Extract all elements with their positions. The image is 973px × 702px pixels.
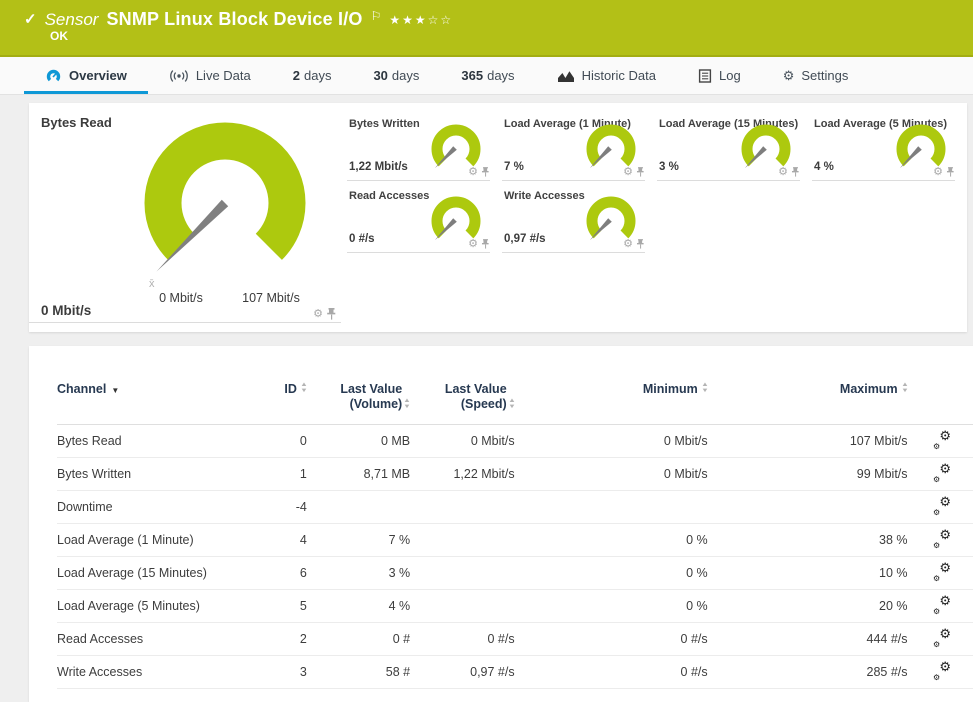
table-row-load-average-1: Load Average (1 Minute) 4 7 % 0 % 38 % ⚙… xyxy=(57,524,973,557)
sort-icon: ▲▼ xyxy=(301,382,307,394)
pin-icon[interactable] xyxy=(946,167,955,177)
pin-icon[interactable] xyxy=(636,239,645,249)
gauge-read-accesses[interactable]: Read Accesses 0 #/s ⚙ xyxy=(347,181,490,253)
gear-icon[interactable]: ⚙ xyxy=(778,165,788,178)
edit-channel-gears-icon[interactable]: ⚙⚙ xyxy=(933,563,951,581)
column-header-channel[interactable]: Channel▼ xyxy=(57,380,244,425)
column-header-minimum[interactable]: Minimum▲▼ xyxy=(515,380,708,425)
gear-icon[interactable]: ⚙ xyxy=(623,237,633,250)
gauge-write-accesses[interactable]: Write Accesses 0,97 #/s ⚙ xyxy=(502,181,645,253)
tab-30-days[interactable]: 30 days xyxy=(352,57,440,94)
table-row-write-accesses: Write Accesses 3 58 # 0,97 #/s 0 #/s 285… xyxy=(57,656,973,689)
table-row-bytes-read: Bytes Read 0 0 MB 0 Mbit/s 0 Mbit/s 107 … xyxy=(57,425,973,458)
tab-365-days[interactable]: 365 days xyxy=(440,57,535,94)
table-row-read-accesses: Read Accesses 2 0 # 0 #/s 0 #/s 444 #/s … xyxy=(57,623,973,656)
column-header-last-value-volume[interactable]: Last Value (Volume)▲▼ xyxy=(307,380,410,425)
tab-historic-data[interactable]: Historic Data xyxy=(536,57,677,94)
table-row-load-average-15: Load Average (15 Minutes) 6 3 % 0 % 10 %… xyxy=(57,557,973,590)
pin-icon[interactable] xyxy=(481,167,490,177)
sort-icon: ▲▼ xyxy=(902,382,908,394)
gauge-load-average-15[interactable]: Load Average (15 Minutes) 3 % ⚙ xyxy=(657,109,800,181)
status-badge: OK xyxy=(50,29,68,43)
gauge-title: Bytes Read xyxy=(41,115,112,130)
gear-icon[interactable]: ⚙ xyxy=(313,307,323,320)
table-row-load-average-5: Load Average (5 Minutes) 5 4 % 0 % 20 % … xyxy=(57,590,973,623)
page-title: SNMP Linux Block Device I/O xyxy=(106,9,362,30)
sort-icon: ▲▼ xyxy=(404,398,410,410)
gear-icon[interactable]: ⚙ xyxy=(623,165,633,178)
column-header-last-value-speed[interactable]: Last Value (Speed)▲▼ xyxy=(410,380,514,425)
gear-icon[interactable]: ⚙ xyxy=(468,165,478,178)
mean-marker: x̄ xyxy=(149,278,155,290)
small-gauges-grid: Bytes Written 1,22 Mbit/s ⚙ Load Average… xyxy=(341,103,967,332)
gauge-load-average-5[interactable]: Load Average (5 Minutes) 4 % ⚙ xyxy=(812,109,955,181)
status-ok-check-icon: ✓ xyxy=(24,10,37,28)
pin-icon[interactable] xyxy=(326,308,337,320)
gear-icon[interactable]: ⚙ xyxy=(468,237,478,250)
tab-bar: Overview Live Data 2 days 30 days 365 da… xyxy=(0,57,973,95)
gauge-icon xyxy=(45,68,62,83)
gear-icon: ⚙ xyxy=(783,68,795,84)
edit-channel-gears-icon[interactable]: ⚙⚙ xyxy=(933,464,951,482)
sort-icon: ▲▼ xyxy=(509,398,515,410)
edit-channel-gears-icon[interactable]: ⚙⚙ xyxy=(933,596,951,614)
area-chart-icon xyxy=(557,69,575,83)
table-row-downtime: Downtime -4 ⚙⚙ xyxy=(57,491,973,524)
edit-channel-gears-icon[interactable]: ⚙⚙ xyxy=(933,662,951,680)
column-header-actions xyxy=(908,380,973,425)
bytes-read-gauge: x̄ xyxy=(125,111,325,301)
gauges-panel: Bytes Read x̄ 0 Mbit/s 107 Mbit/s 0 Mbit… xyxy=(29,103,967,332)
gear-icon[interactable]: ⚙ xyxy=(933,165,943,178)
tab-2-days[interactable]: 2 days xyxy=(272,57,353,94)
log-icon xyxy=(698,69,712,83)
column-header-id[interactable]: ID▲▼ xyxy=(244,380,306,425)
gauge-value: 0 Mbit/s xyxy=(41,303,91,318)
sorted-desc-icon: ▼ xyxy=(111,386,119,395)
gauge-bytes-read[interactable]: Bytes Read x̄ 0 Mbit/s 107 Mbit/s 0 Mbit… xyxy=(29,103,341,323)
sensor-header: ✓ Sensor SNMP Linux Block Device I/O ⚐ ★… xyxy=(0,0,973,57)
object-kind-label: Sensor xyxy=(45,10,99,30)
broadcast-icon xyxy=(169,69,189,83)
gauge-bytes-written[interactable]: Bytes Written 1,22 Mbit/s ⚙ xyxy=(347,109,490,181)
channels-table: Channel▼ ID▲▼ Last Value (Volume)▲▼ Last… xyxy=(57,380,973,689)
edit-channel-gears-icon[interactable]: ⚙⚙ xyxy=(933,629,951,647)
gauge-scale-max: 107 Mbit/s xyxy=(221,291,321,305)
tab-settings[interactable]: ⚙ Settings xyxy=(762,57,870,94)
sort-icon: ▲▼ xyxy=(702,382,708,394)
pin-icon[interactable] xyxy=(481,239,490,249)
gauge-load-average-1[interactable]: Load Average (1 Minute) 7 % ⚙ xyxy=(502,109,645,181)
gauge-scale-min: 0 Mbit/s xyxy=(136,291,226,305)
empty-cell xyxy=(812,181,955,253)
tab-overview[interactable]: Overview xyxy=(24,57,148,94)
pin-icon[interactable] xyxy=(791,167,800,177)
pin-icon[interactable] xyxy=(636,167,645,177)
priority-stars[interactable]: ★★★☆☆ xyxy=(389,13,453,27)
table-row-bytes-written: Bytes Written 1 8,71 MB 1,22 Mbit/s 0 Mb… xyxy=(57,458,973,491)
edit-channel-gears-icon[interactable]: ⚙⚙ xyxy=(933,530,951,548)
channels-panel: Channel▼ ID▲▼ Last Value (Volume)▲▼ Last… xyxy=(29,346,973,702)
edit-channel-gears-icon[interactable]: ⚙⚙ xyxy=(933,431,951,449)
tab-log[interactable]: Log xyxy=(677,57,762,94)
tab-live-data[interactable]: Live Data xyxy=(148,57,272,94)
edit-channel-gears-icon[interactable]: ⚙⚙ xyxy=(933,497,951,515)
flag-icon[interactable]: ⚐ xyxy=(371,9,382,23)
column-header-maximum[interactable]: Maximum▲▼ xyxy=(708,380,908,425)
empty-cell xyxy=(657,181,800,253)
